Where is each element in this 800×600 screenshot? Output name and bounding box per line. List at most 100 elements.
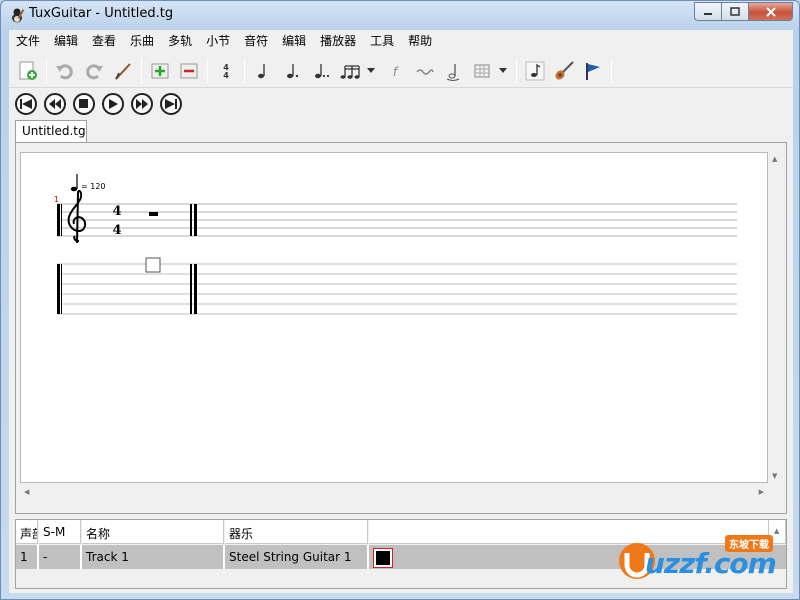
scroll-left-icon[interactable]: ◀ <box>24 488 29 496</box>
menu-file[interactable]: 文件 <box>9 30 47 50</box>
time-signature-icon: 44 <box>223 63 229 80</box>
bar-line-end <box>190 204 192 236</box>
tuxguitar-logo-icon <box>12 8 25 23</box>
skip-last-icon <box>165 99 177 109</box>
rewind-button[interactable] <box>44 93 66 115</box>
time-signature-button[interactable]: 44 <box>213 58 239 84</box>
title-bar[interactable]: TuxGuitar - Untitled.tg <box>1 1 799 29</box>
stop-icon <box>79 99 88 108</box>
menu-measure[interactable]: 小节 <box>199 30 237 50</box>
dynamics-icon: f <box>393 65 399 79</box>
chord-dropdown[interactable] <box>498 58 508 84</box>
score-view-button[interactable] <box>522 58 548 84</box>
tab-untitled[interactable]: Untitled.tg <box>15 120 87 143</box>
pen-icon <box>115 62 131 80</box>
play-button[interactable] <box>102 93 124 115</box>
menu-track[interactable]: 多轨 <box>161 30 199 50</box>
track-name[interactable]: Track 1 <box>82 545 225 569</box>
stop-button[interactable] <box>73 93 95 115</box>
chevron-down-icon <box>367 67 375 73</box>
tab-label: Untitled.tg <box>22 124 86 138</box>
notation-staff <box>57 203 737 237</box>
menu-bar: 文件 编辑 查看 乐曲 多轨 小节 音符 编辑 播放器 工具 帮助 <box>9 30 793 50</box>
close-button[interactable] <box>748 2 793 21</box>
new-file-icon <box>19 61 37 80</box>
time-sig-denominator: 4 <box>112 223 121 238</box>
col-header-name[interactable]: 名称 <box>82 520 224 544</box>
scroll-right-icon[interactable]: ▶ <box>759 488 764 496</box>
dotted-note-icon <box>287 63 299 78</box>
quarter-note-button[interactable] <box>250 58 276 84</box>
flag-icon <box>586 62 600 80</box>
vertical-scrollbar[interactable]: ▲ ▼ <box>768 152 782 483</box>
tab-cursor[interactable] <box>145 257 161 273</box>
dynamics-button[interactable]: f <box>382 58 408 84</box>
menu-edit[interactable]: 编辑 <box>47 30 85 50</box>
close-icon <box>765 6 776 17</box>
bar-line-start <box>57 204 60 236</box>
watermark-badge: 东坡下载 <box>725 535 773 552</box>
tied-note-button[interactable] <box>440 58 466 84</box>
scroll-down-icon[interactable]: ▼ <box>772 472 777 480</box>
menu-note[interactable]: 音符 <box>237 30 275 50</box>
horizontal-scrollbar[interactable]: ◀ ▶ <box>20 485 768 499</box>
main-toolbar: 44 f <box>9 54 793 88</box>
music-note-icon <box>525 61 545 80</box>
staff-notation[interactable]: = 120 1 4 4 <box>21 153 767 482</box>
go-to-start-button[interactable] <box>15 93 37 115</box>
tuplet-button[interactable] <box>337 58 363 84</box>
redo-icon <box>86 63 103 79</box>
minimize-button[interactable] <box>694 2 721 21</box>
undo-button[interactable] <box>52 58 78 84</box>
add-measure-icon <box>151 63 169 78</box>
chord-grid-icon <box>474 64 490 77</box>
menu-view[interactable]: 查看 <box>85 30 123 50</box>
track-color-swatch <box>376 551 390 565</box>
maximize-button[interactable] <box>721 2 748 21</box>
col-header-solo-mute[interactable]: S-M <box>39 520 81 544</box>
tablature-view-button[interactable] <box>551 58 577 84</box>
track-solo-mute[interactable]: - <box>39 545 82 569</box>
scroll-up-icon[interactable]: ▲ <box>774 527 779 535</box>
menu-help[interactable]: 帮助 <box>401 30 439 50</box>
track-instrument[interactable]: Steel String Guitar 1 <box>225 545 369 569</box>
client-area: 文件 编辑 查看 乐曲 多轨 小节 音符 编辑 播放器 工具 帮助 44 f U… <box>9 30 793 593</box>
transport-controls <box>15 93 189 115</box>
tuplet-icon <box>340 64 360 79</box>
guitar-icon <box>555 60 574 80</box>
tied-note-icon <box>446 63 460 81</box>
menu-composition[interactable]: 乐曲 <box>123 30 161 50</box>
score-canvas[interactable]: = 120 1 4 4 <box>20 152 768 483</box>
tempo-note-icon <box>70 186 78 192</box>
menu-edit-2[interactable]: 编辑 <box>275 30 313 50</box>
tuplet-dropdown[interactable] <box>366 58 376 84</box>
app-window: TuxGuitar - Untitled.tg 文件 编辑 查看 乐曲 多轨 小… <box>0 0 800 600</box>
remove-measure-icon <box>180 63 198 78</box>
vibrato-icon <box>416 68 434 75</box>
menu-tools[interactable]: 工具 <box>363 30 401 50</box>
scroll-up-icon[interactable]: ▲ <box>772 155 777 163</box>
chord-button[interactable] <box>469 58 495 84</box>
window-title: TuxGuitar - Untitled.tg <box>29 6 174 21</box>
marker-button[interactable] <box>580 58 606 84</box>
add-measure-button[interactable] <box>147 58 173 84</box>
col-header-number[interactable]: 声部 <box>16 520 38 544</box>
vibrato-button[interactable] <box>411 58 437 84</box>
double-dotted-note-button[interactable] <box>308 58 334 84</box>
new-file-button[interactable] <box>15 58 41 84</box>
dotted-note-button[interactable] <box>279 58 305 84</box>
col-header-instrument[interactable]: 器乐 <box>225 520 368 544</box>
measure-number: 1 <box>54 195 59 204</box>
redo-button[interactable] <box>81 58 107 84</box>
score-editor: = 120 1 4 4 ▲ ▼ ◀ ▶ <box>15 142 787 514</box>
fast-forward-button[interactable] <box>131 93 153 115</box>
menu-player[interactable]: 播放器 <box>313 30 363 50</box>
svg-text:4: 4 <box>223 71 229 80</box>
fast-forward-icon <box>136 99 148 109</box>
edit-mode-button[interactable] <box>110 58 136 84</box>
go-to-end-button[interactable] <box>160 93 182 115</box>
maximize-icon <box>730 6 740 16</box>
track-number[interactable]: 1 <box>16 545 39 569</box>
remove-measure-button[interactable] <box>176 58 202 84</box>
track-measure-block[interactable] <box>373 548 393 568</box>
